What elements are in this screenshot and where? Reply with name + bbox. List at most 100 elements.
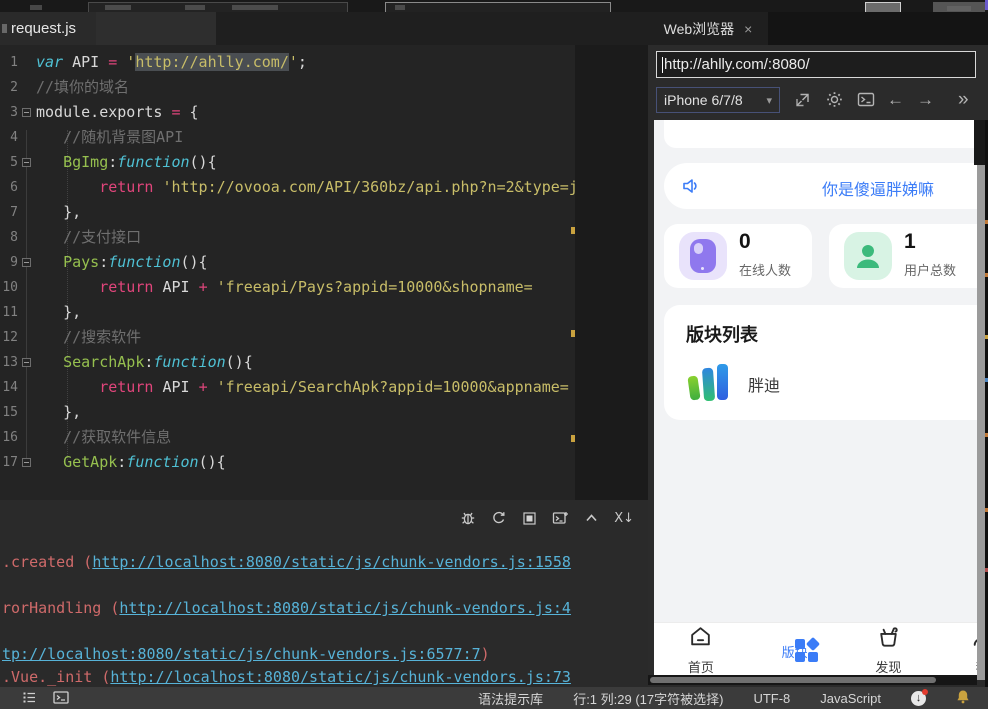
code-line[interactable]: 7 }, (0, 200, 578, 225)
bell-icon[interactable] (956, 689, 970, 707)
new-terminal-icon[interactable] (552, 510, 569, 526)
text-caret (662, 57, 663, 73)
code-text: //获取软件信息 (36, 425, 171, 450)
bottom-nav: 首页版块发现我 (654, 622, 977, 675)
stat-card[interactable]: 0在线人数 (664, 224, 812, 288)
code-line[interactable]: 12 //搜索软件 (0, 325, 578, 350)
code-text: BgImg:function(){ (36, 150, 217, 175)
code-text: Pays:function(){ (36, 250, 208, 275)
code-line[interactable]: 6 return 'http://ovooa.com/API/360bz/api… (0, 175, 578, 200)
code-line[interactable]: 13 SearchApk:function(){ (0, 350, 578, 375)
code-text: var API = 'http://ahlly.com/'; (36, 50, 307, 75)
home-icon (688, 624, 713, 654)
console-panel: X↓ .created (http://localhost:8080/stati… (0, 500, 648, 687)
nav-item-首页[interactable]: 首页 (654, 623, 748, 675)
tab-request-js[interactable]: request.js (0, 12, 96, 45)
stack-trace-link[interactable]: http://localhost:8080/static/js/chunk-ve… (110, 668, 571, 686)
web-browser-panel: http://ahlly.com/:8080/ iPhone 6/7/8 ▾ ←… (648, 45, 988, 687)
user-icon (844, 232, 892, 280)
code-line[interactable]: 8 //支付接口 (0, 225, 578, 250)
code-line[interactable]: 9 Pays:function(){ (0, 250, 578, 275)
line-number: 14 (0, 375, 18, 400)
clear-console-icon[interactable]: X↓ (614, 511, 634, 526)
code-line[interactable]: 11 }, (0, 300, 578, 325)
device-label: iPhone 6/7/8 (664, 92, 743, 108)
tab-web-browser[interactable]: Web浏览器 × (648, 12, 768, 45)
vertical-scrollbar-thumb[interactable] (977, 165, 985, 680)
announcement-card[interactable]: 你是傻逼胖娣嘛 (664, 163, 977, 209)
stat-card[interactable]: 1用户总数 (829, 224, 977, 288)
collapse-up-icon[interactable] (584, 511, 599, 525)
line-number: 12 (0, 325, 18, 350)
device-select[interactable]: iPhone 6/7/8 ▾ (656, 87, 780, 113)
code-text: //随机背景图API (36, 125, 183, 150)
nav-item-版块[interactable]: 版块 (748, 623, 842, 675)
console-toolbar: X↓ (460, 510, 634, 526)
stack-trace-link[interactable]: tp://localhost:8080/static/js/chunk-vend… (2, 645, 481, 663)
debug-bug-icon[interactable] (460, 510, 476, 526)
notification-badge (922, 689, 928, 695)
browser-tabbar: Web浏览器 × (648, 12, 988, 45)
forward-arrow-icon[interactable]: → (917, 91, 934, 109)
code-line[interactable]: 4 //随机背景图API (0, 125, 578, 150)
terminal-icon[interactable] (857, 91, 875, 113)
speaker-icon (681, 176, 703, 201)
url-input[interactable]: http://ahlly.com/:8080/ (656, 51, 976, 78)
code-line[interactable]: 2//填你的域名 (0, 75, 578, 100)
more-tools-icon[interactable]: » (958, 89, 969, 111)
code-line[interactable]: 16 //获取软件信息 (0, 425, 578, 450)
code-line[interactable]: 15 }, (0, 400, 578, 425)
code-text: //搜索软件 (36, 325, 141, 350)
code-line[interactable]: 17 GetApk:function(){ (0, 450, 578, 475)
line-number: 6 (0, 175, 18, 200)
code-line[interactable]: 14 return API + 'freeapi/SearchApk?appid… (0, 375, 578, 400)
tab-label: request.js (11, 20, 76, 37)
toolbar-label-cropped (185, 5, 205, 10)
code-editor[interactable]: 1 var API = 'http://ahlly.com/';2//填你的域名3… (0, 45, 578, 500)
close-icon[interactable]: × (744, 21, 752, 37)
fold-toggle-icon[interactable] (22, 458, 31, 467)
code-line[interactable]: 3 module.exports = { (0, 100, 578, 125)
toolbar-button-cropped[interactable] (933, 2, 985, 12)
line-number: 4 (0, 125, 18, 150)
stack-trace-link[interactable]: http://localhost:8080/static/js/chunk-ve… (119, 599, 571, 617)
board-item[interactable]: 胖迪 (686, 358, 780, 409)
board-name: 胖迪 (748, 372, 780, 396)
back-arrow-icon[interactable]: ← (887, 91, 904, 109)
fold-toggle-icon[interactable] (22, 358, 31, 367)
horizontal-scrollbar-thumb[interactable] (650, 677, 936, 683)
line-number: 1 (0, 50, 18, 75)
stop-icon[interactable] (522, 511, 537, 526)
fold-toggle-icon[interactable] (22, 108, 31, 117)
console-message: tp://localhost:8080/static/js/chunk-vend… (2, 644, 490, 664)
code-line[interactable]: 1 var API = 'http://ahlly.com/'; (0, 50, 578, 75)
code-text: module.exports = { (36, 100, 199, 125)
line-number: 9 (0, 250, 18, 275)
line-number: 3 (0, 100, 18, 125)
code-text: return API + 'freeapi/SearchApk?appid=10… (36, 375, 569, 400)
cursor-position-status[interactable]: 行:1 列:29 (17字符被选择) (573, 689, 723, 708)
code-line[interactable]: 5 BgImg:function(){ (0, 150, 578, 175)
tabbar-empty-area (96, 12, 216, 45)
code-text: }, (36, 200, 81, 225)
nav-item-发现[interactable]: 发现 (842, 623, 936, 675)
update-icon[interactable]: ↓ (911, 691, 926, 706)
fold-toggle-icon[interactable] (22, 258, 31, 267)
nav-item-我[interactable]: 我 (935, 623, 977, 675)
restart-icon[interactable] (491, 510, 507, 526)
syntax-lib-status[interactable]: 语法提示库 (478, 689, 543, 708)
open-external-icon[interactable] (794, 91, 811, 113)
fold-toggle-icon[interactable] (22, 158, 31, 167)
stack-trace-link[interactable]: http://localhost:8080/static/js/chunk-ve… (92, 553, 571, 571)
modified-indicator-cropped (2, 24, 7, 33)
outline-icon[interactable] (22, 690, 37, 708)
code-line[interactable]: 10 return API + 'freeapi/Pays?appid=1000… (0, 275, 578, 300)
menu-icon[interactable] (30, 5, 42, 10)
panel-divider (575, 45, 578, 500)
encoding-status[interactable]: UTF-8 (753, 691, 790, 706)
gear-icon[interactable] (826, 91, 843, 113)
language-mode-status[interactable]: JavaScript (820, 691, 881, 706)
stat-label: 用户总数 (904, 260, 956, 279)
terminal-icon[interactable] (53, 690, 69, 708)
search-icon (395, 5, 405, 10)
